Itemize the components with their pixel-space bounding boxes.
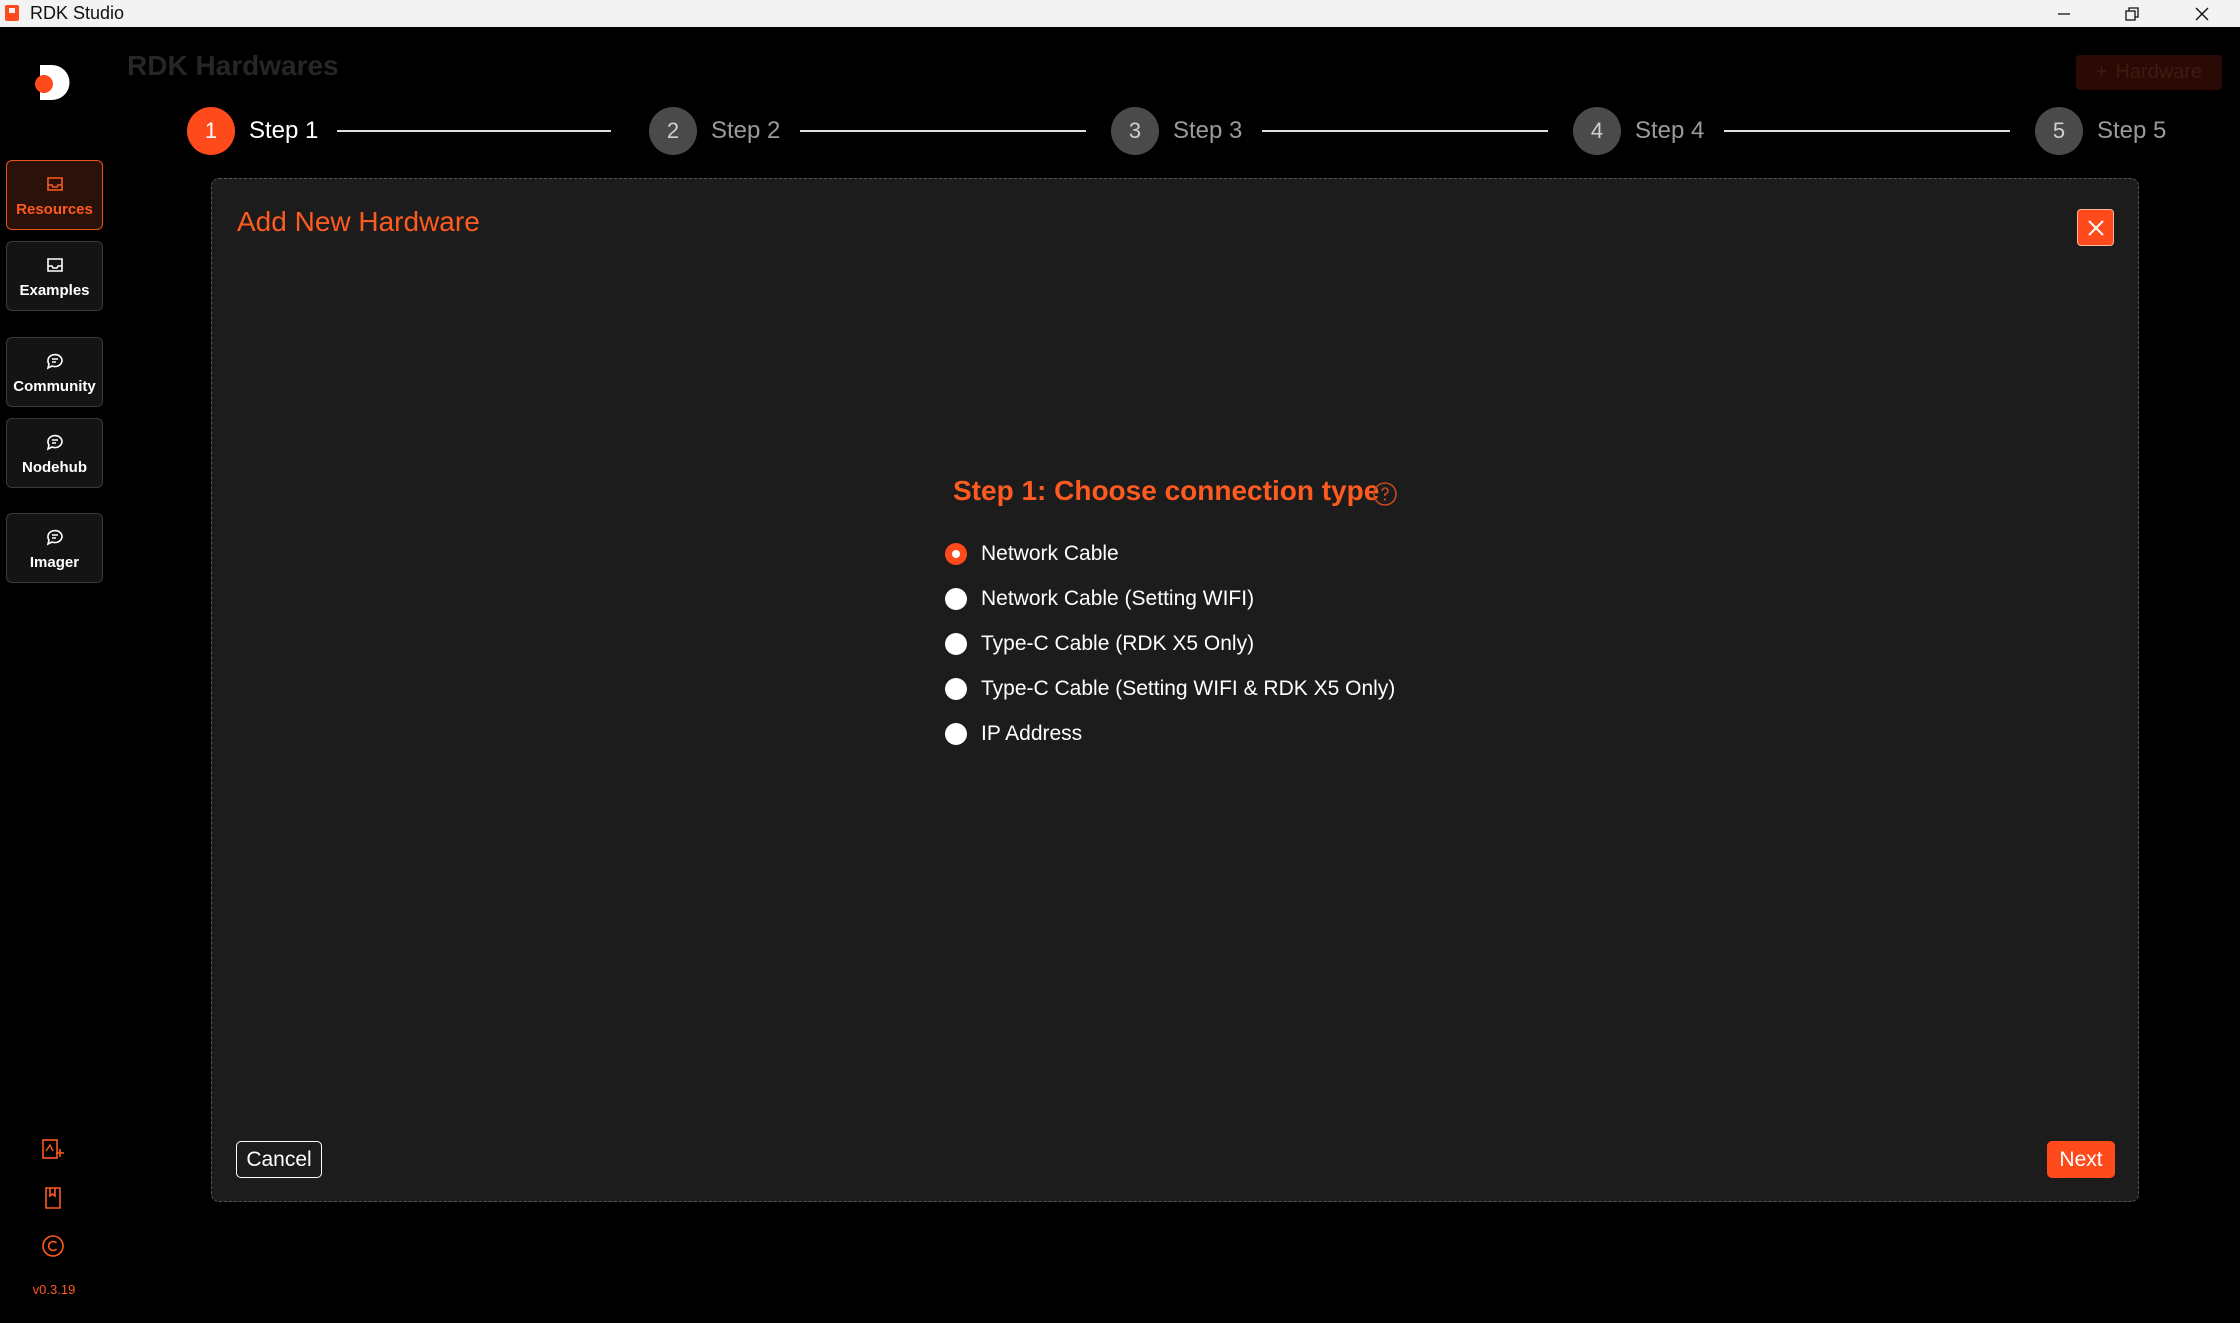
step-connector [800, 130, 1086, 132]
step-5: 5 Step 5 [2035, 106, 2166, 156]
close-icon [2087, 219, 2104, 236]
sidebar-item-label: Imager [29, 553, 80, 571]
sidebar-item-community[interactable]: Community [6, 337, 103, 407]
chat-icon [46, 529, 63, 545]
step-label: Step 3 [1173, 117, 1243, 144]
step-1: 1 Step 1 [187, 106, 318, 156]
brand-logo-icon [35, 65, 70, 100]
page-title: RDK Hardwares [127, 50, 339, 81]
option-label: Network Cable [981, 541, 1119, 565]
app-version: v0.3.19 [32, 1282, 76, 1297]
restore-button[interactable] [2098, 0, 2166, 27]
step-number: 4 [1573, 107, 1621, 155]
step-connector [1262, 130, 1548, 132]
sidebar-item-label: Examples [19, 281, 90, 299]
sidebar-item-imager[interactable]: Imager [6, 513, 103, 583]
minimize-button[interactable] [2030, 0, 2098, 27]
window-title: RDK Studio [30, 3, 125, 23]
inbox-icon [46, 257, 63, 272]
step-connector [1724, 130, 2010, 132]
step-heading: Step 1: Choose connection type [953, 475, 1380, 506]
option-label: Network Cable (Setting WIFI) [981, 586, 1255, 610]
step-connector [337, 130, 611, 132]
app-logo-icon [5, 5, 19, 21]
radio-button[interactable] [945, 677, 967, 700]
modal-title: Add New Hardware [237, 206, 480, 237]
step-number: 2 [649, 107, 697, 155]
connection-type-radio-group: Network Cable Network Cable (Setting WIF… [945, 531, 1395, 756]
help-icon[interactable] [1372, 481, 1398, 507]
chat-icon [46, 434, 63, 450]
add-hardware-modal: Add New Hardware Step 1: Choose connecti… [211, 178, 2139, 1202]
step-label: Step 4 [1635, 117, 1705, 144]
step-3: 3 Step 3 [1111, 106, 1242, 156]
option-label: Type-C Cable (RDK X5 Only) [981, 631, 1255, 655]
next-button[interactable]: Next [2047, 1141, 2115, 1178]
sidebar-item-examples[interactable]: Examples [6, 241, 103, 311]
copyright-icon[interactable] [40, 1233, 66, 1259]
sidebar-item-resources[interactable]: Resources [6, 160, 103, 230]
step-number: 1 [187, 107, 235, 155]
inbox-icon [46, 176, 63, 191]
sidebar-item-label: Community [13, 377, 96, 395]
step-label: Step 1 [249, 117, 319, 144]
add-hardware-label: Hardware [2115, 61, 2203, 83]
sidebar-item-label: Nodehub [22, 458, 87, 476]
sidebar-item-nodehub[interactable]: Nodehub [6, 418, 103, 488]
minimize-icon [2058, 12, 2070, 15]
option-type-c-cable-wifi[interactable]: Type-C Cable (Setting WIFI & RDK X5 Only… [945, 666, 1395, 711]
window-titlebar: RDK Studio [0, 0, 2240, 27]
option-network-cable-wifi[interactable]: Network Cable (Setting WIFI) [945, 576, 1395, 621]
step-2: 2 Step 2 [649, 106, 780, 156]
step-label: Step 2 [711, 117, 781, 144]
step-4: 4 Step 4 [1573, 106, 1704, 156]
radio-button[interactable] [945, 722, 967, 745]
add-hardware-button[interactable]: + Hardware [2076, 55, 2222, 90]
window-close-button[interactable] [2168, 0, 2236, 27]
book-icon[interactable] [40, 1185, 66, 1211]
option-ip-address[interactable]: IP Address [945, 711, 1395, 756]
option-label: Type-C Cable (Setting WIFI & RDK X5 Only… [981, 676, 1396, 700]
sidebar: Resources Examples Community Nodehub Ima… [0, 27, 108, 1323]
step-number: 5 [2035, 107, 2083, 155]
sidebar-item-label: Resources [16, 200, 93, 218]
step-number: 3 [1111, 107, 1159, 155]
radio-button[interactable] [945, 542, 967, 565]
modal-close-button[interactable] [2077, 209, 2114, 246]
close-icon [2195, 7, 2209, 20]
chat-icon [46, 353, 63, 369]
plus-icon: + [2095, 61, 2108, 83]
user-switch-icon[interactable] [40, 1137, 66, 1163]
restore-icon [2125, 6, 2139, 21]
step-label: Step 5 [2097, 117, 2167, 144]
option-type-c-cable[interactable]: Type-C Cable (RDK X5 Only) [945, 621, 1395, 666]
stepper: 1 Step 1 2 Step 2 3 Step 3 4 Step 4 5 St… [187, 106, 2187, 156]
radio-button[interactable] [945, 632, 967, 655]
cancel-button[interactable]: Cancel [236, 1141, 322, 1178]
option-label: IP Address [981, 721, 1083, 745]
option-network-cable[interactable]: Network Cable [945, 531, 1395, 576]
radio-button[interactable] [945, 587, 967, 610]
